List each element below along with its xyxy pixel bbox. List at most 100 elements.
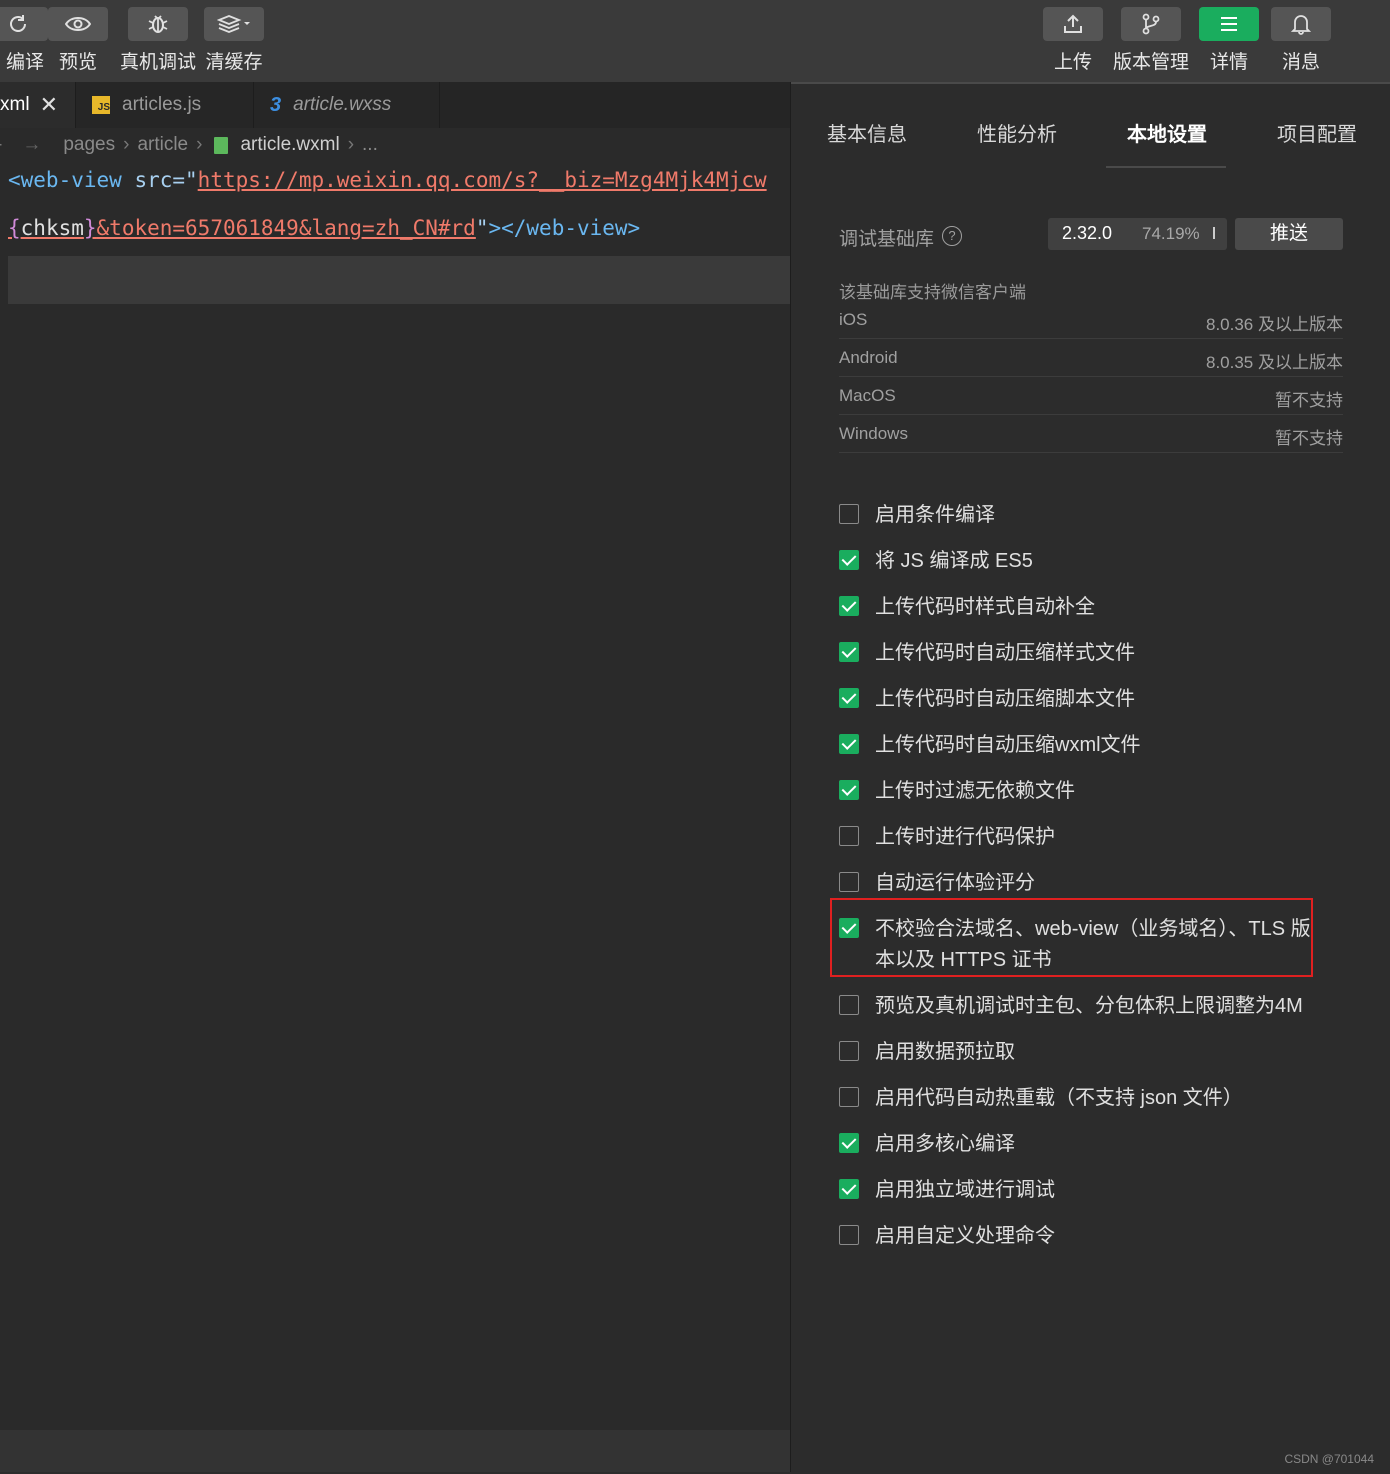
option-label-line: 启用多核心编译 [875,1133,1015,1155]
breadcrumb-file[interactable]: article.wxml [240,134,339,156]
client-name: MacOS [839,386,896,405]
setting-option[interactable]: 上传代码时自动压缩wxml文件 [839,726,1319,766]
upload-label: 上传 [1053,52,1092,73]
setting-option[interactable]: 启用独立域进行调试 [839,1171,1319,1211]
tab-performance[interactable]: 性能分析 [977,118,1057,147]
checkbox-unchecked[interactable] [839,995,859,1015]
checkbox-checked[interactable] [839,688,859,708]
code-editor: xml ✕ JS articles.js 3 article.wxss - → … [0,82,791,1472]
tab-basic-info[interactable]: 基本信息 [827,118,907,147]
preview-label: 预览 [58,52,97,73]
checkbox-checked[interactable] [839,1133,859,1153]
setting-option[interactable]: 上传时过滤无依赖文件 [839,772,1319,812]
tab-local-settings[interactable]: 本地设置 [1127,118,1207,147]
setting-option-label: 启用独立域进行调试 [875,1175,1055,1206]
checkbox-unchecked[interactable] [839,872,859,892]
css-file-icon: 3 [270,93,282,116]
option-label-line: 预览及真机调试时主包、分包体积上限调整为4M [875,995,1303,1017]
editor-tabs: xml ✕ JS articles.js 3 article.wxss [0,82,790,128]
upload-button[interactable]: 上传 [1043,7,1103,74]
option-label-line: 上传代码时样式自动补全 [875,596,1095,618]
setting-option-label: 上传代码时自动压缩脚本文件 [875,684,1135,715]
setting-option-label: 预览及真机调试时主包、分包体积上限调整为4M [875,991,1303,1022]
client-name: Android [839,348,898,367]
setting-option[interactable]: 上传时进行代码保护 [839,818,1319,858]
checkbox-checked[interactable] [839,642,859,662]
remote-debug-button[interactable]: 真机调试 [120,7,196,74]
setting-option[interactable]: 上传代码时自动压缩脚本文件 [839,680,1319,720]
checkbox-unchecked[interactable] [839,1041,859,1061]
tab-wxml[interactable]: xml ✕ [0,82,76,128]
js-file-icon: JS [92,96,110,114]
option-label-line: 启用代码自动热重载（不支持 json 文件） [875,1087,1243,1109]
panel-tabs: 基本信息 性能分析 本地设置 项目配置 [791,84,1390,168]
details-button[interactable]: 详情 [1199,7,1259,74]
client-version: 暂不支持 [1275,391,1343,410]
code-line-2: {chksm}&token=657061849&lang=zh_CN#rd"><… [8,216,640,240]
back-arrow-icon[interactable]: - [0,134,2,156]
bug-icon [128,7,188,41]
client-row: MacOS 暂不支持 [839,376,1343,415]
option-label-line: 上传代码时自动压缩wxml文件 [875,734,1141,756]
setting-option-label: 启用条件编译 [875,500,995,531]
checkbox-unchecked[interactable] [839,826,859,846]
breadcrumb-more[interactable]: ... [362,134,378,156]
breadcrumb-article[interactable]: article [137,134,188,156]
debug-lib-row: 调试基础库 ? 2.32.0 74.19% 推送 [839,218,1345,252]
chevron-right-icon: › [196,134,203,155]
wxml-file-icon [214,136,229,154]
details-panel: 基本信息 性能分析 本地设置 项目配置 调试基础库 ? 2.32.0 74.19… [791,82,1390,1474]
code-token: <web-view [8,168,122,192]
version-manage-button[interactable]: 版本管理 [1113,7,1189,74]
push-button[interactable]: 推送 [1235,218,1343,250]
forward-arrow-icon[interactable]: → [22,134,41,156]
compile-button[interactable]: 编译 [0,7,48,74]
setting-option[interactable]: 上传代码时自动压缩样式文件 [839,634,1319,674]
messages-button[interactable]: 消息 [1271,7,1331,74]
debug-lib-select[interactable]: 2.32.0 74.19% [1048,218,1227,250]
setting-option[interactable]: 将 JS 编译成 ES5 [839,542,1319,582]
option-label-line: 上传代码时自动压缩脚本文件 [875,688,1135,710]
setting-option-label: 自动运行体验评分 [875,868,1035,899]
client-name: iOS [839,310,868,329]
setting-option[interactable]: 启用数据预拉取 [839,1033,1319,1073]
tab-articles-js[interactable]: JS articles.js [76,82,254,128]
checkbox-checked[interactable] [839,596,859,616]
setting-option-label: 将 JS 编译成 ES5 [875,546,1033,577]
tab-project-config[interactable]: 项目配置 [1277,118,1357,147]
checkbox-unchecked[interactable] [839,1087,859,1107]
upload-icon [1043,7,1103,41]
checkbox-unchecked[interactable] [839,1225,859,1245]
tab-article-wxss[interactable]: 3 article.wxss [254,82,440,128]
clear-cache-button[interactable]: 清缓存 [204,7,264,74]
code-token: " [185,168,198,192]
checkbox-unchecked[interactable] [839,504,859,524]
toolbar: 编译 预览 真机调试 清缓存 上传 版本管理 详情 消息 [0,0,1390,82]
setting-option[interactable]: 启用条件编译 [839,496,1319,536]
checkbox-checked[interactable] [839,1179,859,1199]
preview-button[interactable]: 预览 [48,7,108,74]
setting-option-label: 上传代码时自动压缩wxml文件 [875,730,1141,761]
option-label-line: 自动运行体验评分 [875,872,1035,894]
branch-icon [1121,7,1181,41]
debug-lib-label: 调试基础库 [839,229,935,250]
client-version: 8.0.35 及以上版本 [1206,353,1343,372]
close-icon[interactable]: ✕ [40,92,58,118]
refresh-icon [0,7,48,41]
checkbox-checked[interactable] [839,550,859,570]
tab-articles-js-label: articles.js [122,94,202,115]
setting-option[interactable]: 启用多核心编译 [839,1125,1319,1165]
setting-option-label: 上传代码时样式自动补全 [875,592,1095,623]
setting-option[interactable]: 上传代码时样式自动补全 [839,588,1319,628]
help-icon[interactable]: ? [942,226,962,246]
setting-option[interactable]: 启用自定义处理命令 [839,1217,1319,1257]
code-token: https://mp.weixin.qq.com/s?__biz=Mzg4Mjk… [197,168,767,192]
checkbox-checked[interactable] [839,734,859,754]
setting-option[interactable]: 预览及真机调试时主包、分包体积上限调整为4M [839,987,1319,1027]
code-line-1: <web-view src="https://mp.weixin.qq.com/… [8,168,790,192]
setting-option[interactable]: 启用代码自动热重载（不支持 json 文件） [839,1079,1319,1119]
checkbox-checked[interactable] [839,780,859,800]
client-row: Android 8.0.35 及以上版本 [839,338,1343,377]
option-label-line: 启用独立域进行调试 [875,1179,1055,1201]
breadcrumb-pages[interactable]: pages [63,134,115,156]
